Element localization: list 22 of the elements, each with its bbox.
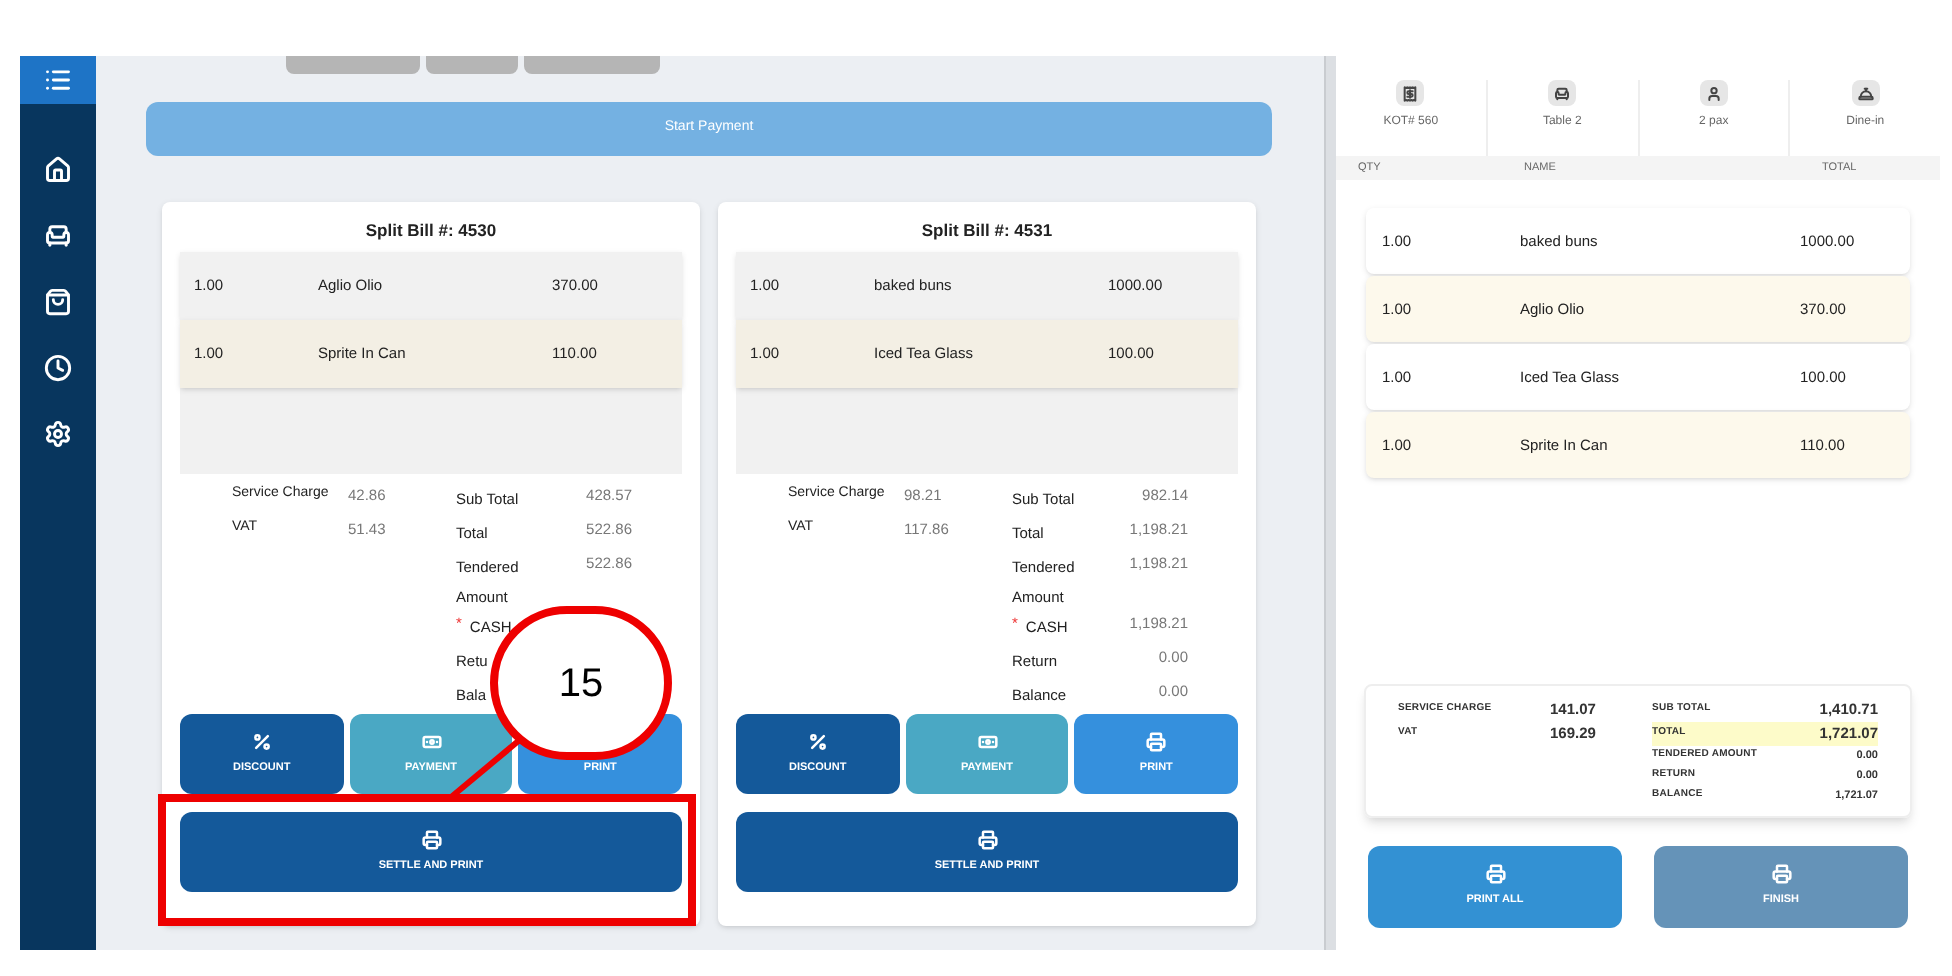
banknote-icon bbox=[421, 731, 441, 752]
printer-icon bbox=[1485, 864, 1505, 885]
bell-icon bbox=[1851, 80, 1880, 106]
bill-title: Split Bill #: 4530 bbox=[363, 218, 499, 244]
receipt-icon bbox=[1396, 80, 1425, 106]
banknote-icon bbox=[977, 731, 997, 752]
person-icon bbox=[1699, 80, 1728, 106]
bag-icon bbox=[44, 287, 72, 315]
settings-icon bbox=[44, 419, 72, 447]
percent-icon bbox=[807, 731, 828, 752]
scrollbar[interactable] bbox=[1324, 56, 1336, 950]
clock-icon bbox=[44, 353, 72, 381]
bill-title: Split Bill #: 4531 bbox=[919, 218, 1055, 244]
printer-icon bbox=[1146, 731, 1167, 752]
printer-icon bbox=[421, 829, 441, 850]
printer-icon bbox=[1771, 864, 1791, 885]
percent-icon bbox=[251, 731, 272, 752]
table-icon bbox=[44, 221, 72, 249]
chair-icon bbox=[1548, 80, 1577, 106]
home-icon bbox=[44, 155, 72, 183]
list-icon bbox=[44, 66, 72, 94]
printer-icon bbox=[977, 829, 997, 850]
